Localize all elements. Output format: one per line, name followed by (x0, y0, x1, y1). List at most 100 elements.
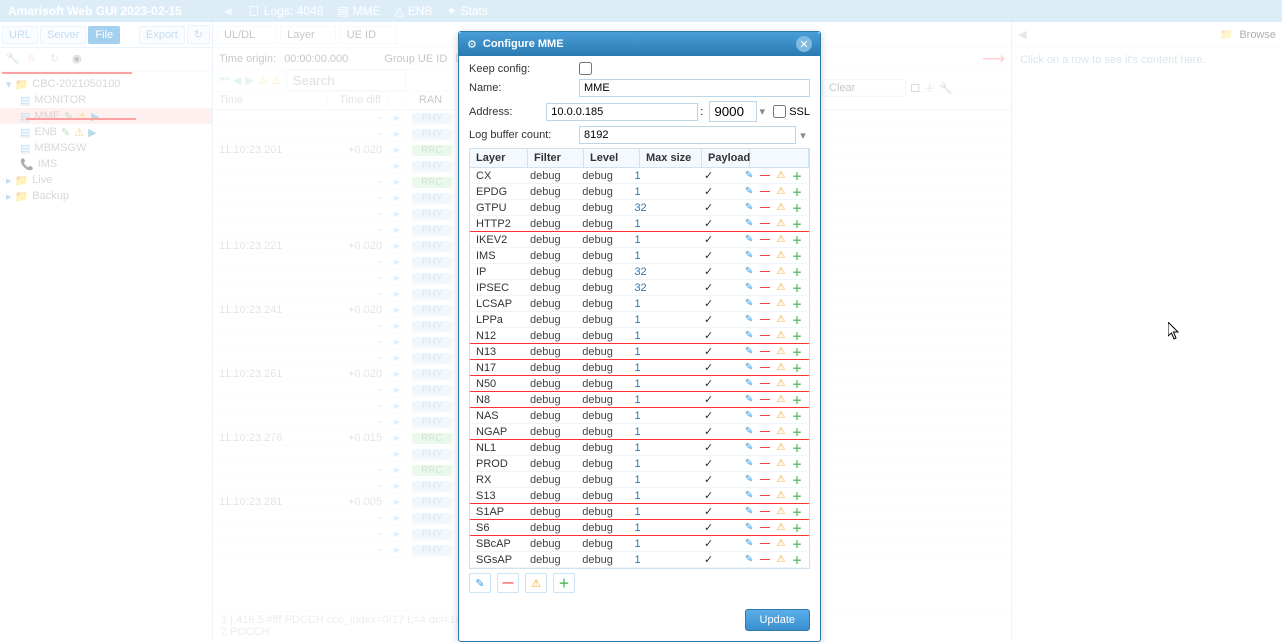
edit-icon[interactable]: ✎ (743, 458, 755, 470)
edit-icon[interactable]: ✎ (743, 298, 755, 310)
add-icon[interactable]: ＋ (791, 362, 803, 374)
edit-icon[interactable]: ✎ (743, 474, 755, 486)
remove-icon[interactable]: — (759, 346, 771, 358)
add-icon[interactable]: ＋ (791, 474, 803, 486)
warn-icon[interactable]: ⚠ (775, 426, 787, 438)
payload-checkbox[interactable] (704, 458, 713, 470)
port-input[interactable] (709, 101, 757, 122)
add-icon[interactable]: ＋ (791, 394, 803, 406)
warn-icon[interactable]: ⚠ (775, 266, 787, 278)
edit-icon[interactable]: ✎ (743, 410, 755, 422)
warn-icon[interactable]: ⚠ (775, 282, 787, 294)
cfg-row-ikev2[interactable]: IKEV2debugdebug1✎—⚠＋ (470, 232, 809, 248)
edit-icon[interactable]: ✎ (743, 266, 755, 278)
payload-checkbox[interactable] (704, 426, 713, 438)
cfg-row-n8[interactable]: N8debugdebug1✎—⚠＋ (470, 392, 809, 408)
add-icon[interactable]: ＋ (791, 282, 803, 294)
cfg-row-epdg[interactable]: EPDGdebugdebug1✎—⚠＋ (470, 184, 809, 200)
cfg-row-lppa[interactable]: LPPadebugdebug1✎—⚠＋ (470, 312, 809, 328)
add-icon[interactable]: ＋ (791, 202, 803, 214)
warn-icon[interactable]: ⚠ (775, 234, 787, 246)
remove-icon[interactable]: — (759, 202, 771, 214)
warn-icon[interactable]: ⚠ (775, 314, 787, 326)
payload-checkbox[interactable] (704, 378, 713, 390)
name-input[interactable] (579, 79, 810, 97)
remove-icon[interactable]: — (759, 282, 771, 294)
address-input[interactable] (546, 103, 698, 121)
cfg-row-nas[interactable]: NASdebugdebug1✎—⚠＋ (470, 408, 809, 424)
remove-icon[interactable]: — (759, 538, 771, 550)
payload-checkbox[interactable] (704, 202, 713, 214)
add-icon[interactable]: ＋ (791, 346, 803, 358)
remove-icon[interactable]: — (759, 458, 771, 470)
payload-checkbox[interactable] (704, 554, 713, 566)
edit-icon[interactable]: ✎ (743, 218, 755, 230)
payload-checkbox[interactable] (704, 394, 713, 406)
remove-icon[interactable]: — (759, 170, 771, 182)
add-icon[interactable]: ＋ (791, 490, 803, 502)
cfg-row-nl1[interactable]: NL1debugdebug1✎—⚠＋ (470, 440, 809, 456)
add-icon[interactable]: ＋ (791, 426, 803, 438)
remove-icon[interactable]: — (759, 442, 771, 454)
edit-icon[interactable]: ✎ (743, 426, 755, 438)
edit-icon[interactable]: ✎ (743, 506, 755, 518)
warn-icon[interactable]: ⚠ (775, 442, 787, 454)
remove-icon[interactable]: — (759, 410, 771, 422)
edit-icon[interactable]: ✎ (743, 346, 755, 358)
add-icon[interactable]: ＋ (791, 170, 803, 182)
payload-checkbox[interactable] (704, 266, 713, 278)
warn-icon[interactable]: ⚠ (775, 522, 787, 534)
payload-checkbox[interactable] (704, 330, 713, 342)
add-icon[interactable]: ＋ (791, 522, 803, 534)
warn-icon[interactable]: ⚠ (775, 378, 787, 390)
warn-icon[interactable]: ⚠ (775, 394, 787, 406)
remove-icon[interactable]: — (759, 298, 771, 310)
add-icon[interactable]: ＋ (791, 442, 803, 454)
payload-checkbox[interactable] (704, 346, 713, 358)
add-icon[interactable]: ＋ (791, 186, 803, 198)
cfg-row-s6[interactable]: S6debugdebug1✎—⚠＋ (470, 520, 809, 536)
edit-icon[interactable]: ✎ (743, 250, 755, 262)
cfg-row-sbcap[interactable]: SBcAPdebugdebug1✎—⚠＋ (470, 536, 809, 552)
edit-icon[interactable]: ✎ (743, 282, 755, 294)
warn-icon[interactable]: ⚠ (775, 538, 787, 550)
edit-icon[interactable]: ✎ (743, 314, 755, 326)
cfg-row-s1ap[interactable]: S1APdebugdebug1✎—⚠＋ (470, 504, 809, 520)
remove-icon[interactable]: — (759, 234, 771, 246)
warn-icon[interactable]: ⚠ (775, 218, 787, 230)
add-icon[interactable]: ＋ (791, 330, 803, 342)
add-icon[interactable]: ＋ (791, 298, 803, 310)
hdr-filter[interactable]: Filter (528, 149, 584, 167)
ssl-checkbox[interactable] (773, 105, 786, 118)
edit-icon[interactable]: ✎ (743, 378, 755, 390)
hdr-max[interactable]: Max size (640, 149, 702, 167)
edit-icon[interactable]: ✎ (743, 186, 755, 198)
warn-icon[interactable]: ⚠ (775, 330, 787, 342)
payload-checkbox[interactable] (704, 362, 713, 374)
hdr-layer[interactable]: Layer (470, 149, 528, 167)
payload-checkbox[interactable] (704, 314, 713, 326)
remove-icon[interactable]: — (759, 330, 771, 342)
cfg-row-rx[interactable]: RXdebugdebug1✎—⚠＋ (470, 472, 809, 488)
payload-checkbox[interactable] (704, 170, 713, 182)
cfg-row-prod[interactable]: PRODdebugdebug1✎—⚠＋ (470, 456, 809, 472)
warn-icon[interactable]: ⚠ (775, 298, 787, 310)
remove-icon[interactable]: — (759, 266, 771, 278)
warn-icon[interactable]: ⚠ (775, 170, 787, 182)
edit-icon[interactable]: ✎ (743, 362, 755, 374)
cfg-row-ipsec[interactable]: IPSECdebugdebug32✎—⚠＋ (470, 280, 809, 296)
cfg-row-n50[interactable]: N50debugdebug1✎—⚠＋ (470, 376, 809, 392)
edit-icon[interactable]: ✎ (743, 234, 755, 246)
buffer-input[interactable] (579, 126, 796, 144)
warn-icon[interactable]: ⚠ (775, 346, 787, 358)
payload-checkbox[interactable] (704, 282, 713, 294)
payload-checkbox[interactable] (704, 298, 713, 310)
warn-icon[interactable]: ⚠ (775, 474, 787, 486)
cfg-row-n17[interactable]: N17debugdebug1✎—⚠＋ (470, 360, 809, 376)
remove-icon[interactable]: — (759, 426, 771, 438)
payload-checkbox[interactable] (704, 250, 713, 262)
payload-checkbox[interactable] (704, 218, 713, 230)
cfg-row-n12[interactable]: N12debugdebug1✎—⚠＋ (470, 328, 809, 344)
keep-config-checkbox[interactable] (579, 62, 592, 75)
edit-icon[interactable]: ✎ (743, 330, 755, 342)
